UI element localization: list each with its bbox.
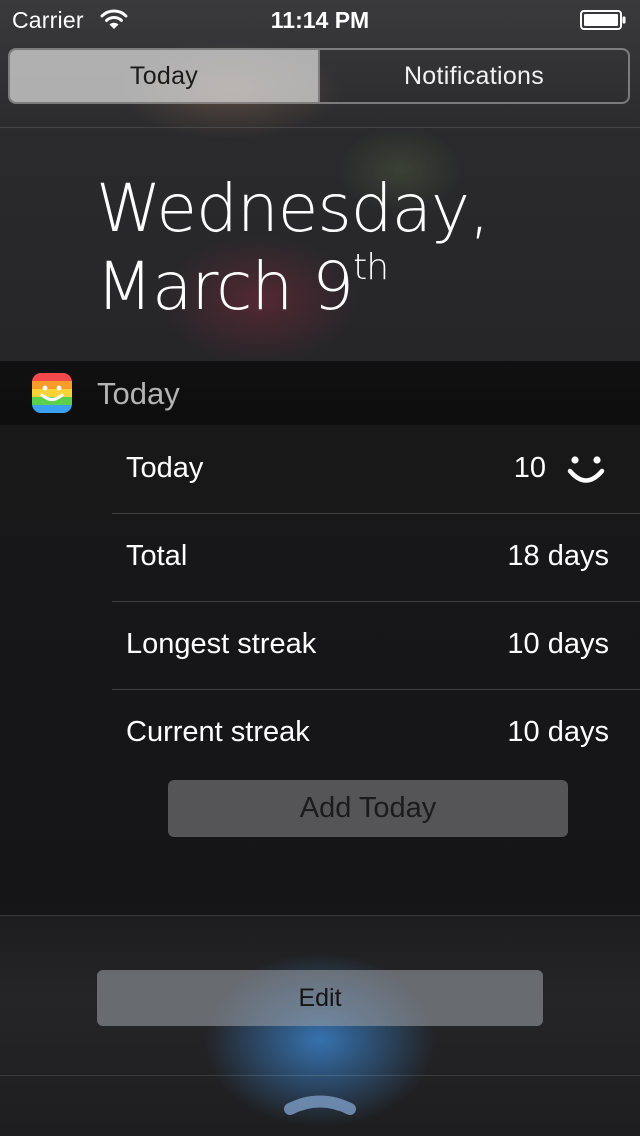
edit-button[interactable]: Edit <box>97 970 543 1026</box>
status-bar: Carrier 11:14 PM <box>0 0 640 40</box>
battery-icon <box>580 10 626 30</box>
footer-divider <box>0 1075 640 1076</box>
tab-today[interactable]: Today <box>10 50 318 102</box>
tab-notifications[interactable]: Notifications <box>318 50 628 102</box>
chevron-up-grabber-icon[interactable] <box>282 1090 358 1118</box>
stat-value: 18 days <box>507 540 609 572</box>
status-time: 11:14 PM <box>270 7 370 33</box>
date-month-day-text: March 9 <box>96 248 354 325</box>
date-month-day: March 9th <box>96 248 489 326</box>
stat-label: Total <box>126 540 188 572</box>
stat-row-current-streak: Current streak 10 days <box>112 690 640 778</box>
date-heading: Wednesday, March 9th <box>96 170 490 326</box>
stat-row-today: Today 10 <box>112 426 640 514</box>
stat-value: 10 days <box>507 628 609 660</box>
add-today-button[interactable]: Add Today <box>168 780 568 837</box>
widget-title: Today <box>97 376 180 411</box>
smiley-icon <box>567 456 605 483</box>
stat-row-longest-streak: Longest streak 10 days <box>112 602 640 690</box>
date-ordinal-suffix: th <box>353 247 389 288</box>
stat-label: Current streak <box>126 716 310 748</box>
rainbow-smiley-app-icon <box>32 373 72 413</box>
stat-label: Longest streak <box>126 628 317 660</box>
stat-value: 10 days <box>507 716 609 748</box>
stat-value: 10 <box>513 452 546 484</box>
stat-label: Today <box>126 452 204 484</box>
header-divider <box>0 127 640 128</box>
view-segmented-control[interactable]: Today Notifications <box>8 48 630 104</box>
widget-bottom-divider <box>0 915 640 916</box>
stat-row-total: Total 18 days <box>112 514 640 602</box>
widget-header[interactable]: Today <box>0 361 640 425</box>
date-weekday: Wednesday, <box>96 170 490 247</box>
